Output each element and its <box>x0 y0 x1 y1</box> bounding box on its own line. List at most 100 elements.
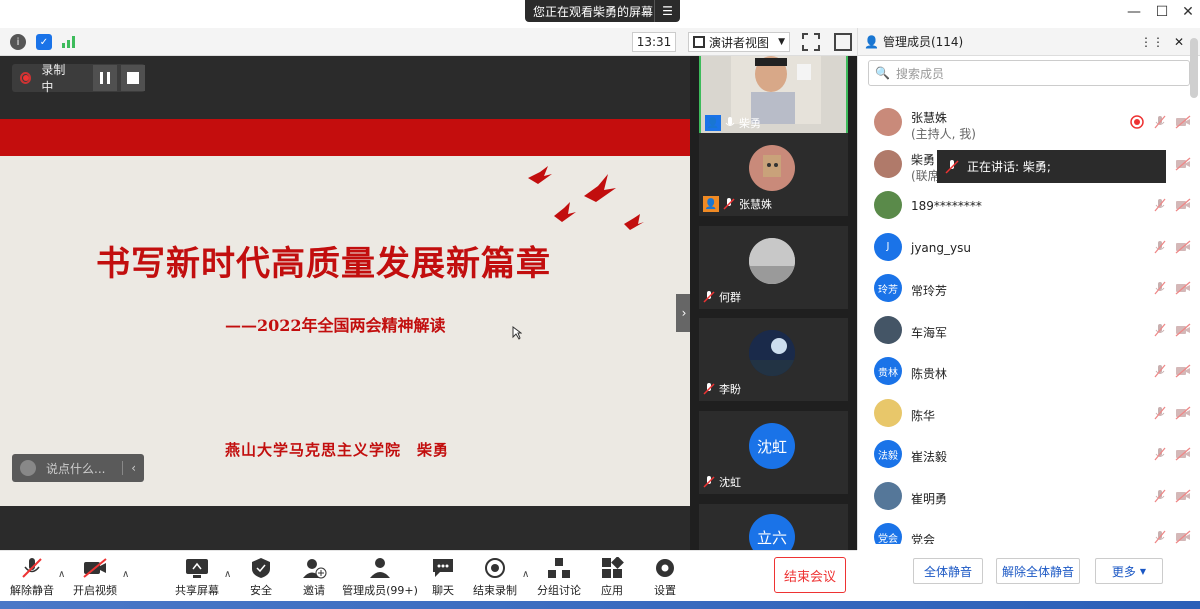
user-icon: 👤 <box>705 115 721 131</box>
meeting-info-bar: i ✓ 13:31 演讲者视图 ▼ <box>0 28 857 56</box>
member-row[interactable]: Jjyang_ysu <box>858 229 1191 270</box>
video-tile[interactable]: 沈虹 沈虹 <box>699 411 848 494</box>
camera-off-icon[interactable] <box>1175 406 1191 422</box>
avatar: 党会 <box>874 523 902 544</box>
avatar: J <box>874 232 902 261</box>
close-button[interactable]: ✕ <box>1178 4 1198 20</box>
camera-off-icon[interactable] <box>1175 157 1191 173</box>
mic-muted-icon[interactable] <box>1153 115 1169 131</box>
camera-off-icon[interactable] <box>1175 323 1191 339</box>
fullscreen-icon[interactable] <box>802 33 820 51</box>
mute-all-button[interactable]: 全体静音 <box>913 558 983 584</box>
share-screen-icon <box>186 559 208 578</box>
minimize-button[interactable]: — <box>1124 4 1144 20</box>
member-row[interactable]: 党会 党会 <box>858 519 1191 544</box>
search-icon: 🔍 <box>875 66 890 80</box>
video-tile-name: 沈虹 <box>703 474 741 490</box>
member-row[interactable]: 崔明勇 <box>858 478 1191 519</box>
camera-off-icon[interactable] <box>1175 530 1191 544</box>
avatar: 玲芳 <box>874 274 902 302</box>
video-tile[interactable]: 👤 柴勇 <box>699 56 848 137</box>
member-row[interactable]: 玲芳 常玲芳 <box>858 270 1191 311</box>
video-tile[interactable]: 立六 <box>699 504 848 550</box>
camera-off-icon[interactable] <box>1175 240 1191 256</box>
chevron-right-icon: › <box>681 306 687 320</box>
member-name: 张慧姝 <box>911 111 948 125</box>
member-row[interactable]: 张慧姝 (主持人, 我) <box>858 104 1191 145</box>
breakout-icon <box>548 558 570 578</box>
speaker-video <box>731 56 821 124</box>
member-row[interactable]: 车海军 <box>858 312 1191 353</box>
member-row[interactable]: 贵林 陈贵林 <box>858 353 1191 394</box>
share-screen-button[interactable]: 共享屏幕 <box>162 557 232 605</box>
unmute-all-button[interactable]: 解除全体静音 <box>996 558 1080 584</box>
maximize-button[interactable]: ☐ <box>1152 4 1172 20</box>
video-tile-name: 何群 <box>703 289 741 305</box>
camera-off-icon[interactable] <box>1175 281 1191 297</box>
mic-muted-icon[interactable] <box>1153 489 1169 505</box>
video-tile[interactable]: 李盼 <box>699 318 848 401</box>
camera-off-icon[interactable] <box>1175 115 1191 131</box>
chevron-left-icon[interactable]: ‹ <box>122 461 136 475</box>
mic-muted-icon <box>703 476 715 488</box>
mic-muted-icon[interactable] <box>1153 406 1169 422</box>
video-tile-name: 👤 张慧姝 <box>703 196 772 212</box>
info-icon[interactable]: i <box>10 34 26 50</box>
record-icon <box>20 72 32 84</box>
stop-recording-button[interactable] <box>120 65 145 91</box>
title-bar: 您正在观看柴勇的屏幕 ☰ — ☐ ✕ <box>0 0 1200 28</box>
more-button[interactable]: 更多 ▼ <box>1095 558 1163 584</box>
share-menu-icon[interactable]: ☰ <box>654 0 680 22</box>
chat-quick-input[interactable]: 说点什么... ‹ <box>12 454 144 482</box>
unmute-button[interactable]: 解除静音 <box>0 557 67 605</box>
chevron-down-icon: ▼ <box>1139 566 1147 576</box>
scrollbar[interactable] <box>1190 38 1198 98</box>
member-name: 党会 <box>911 533 936 544</box>
gear-icon <box>656 559 674 577</box>
mic-muted-icon[interactable] <box>1153 323 1169 339</box>
chevron-down-icon: ▼ <box>778 37 785 47</box>
member-row[interactable]: 陈华 <box>858 395 1191 436</box>
video-tile[interactable]: 何群 <box>699 226 848 309</box>
mic-muted-icon[interactable] <box>1153 198 1169 214</box>
recording-indicator: 录制中 <box>12 63 145 94</box>
member-row[interactable]: 189******** <box>858 187 1191 228</box>
mic-muted-icon[interactable] <box>1153 240 1169 256</box>
member-search-input[interactable]: 🔍 搜索成员 <box>868 60 1190 86</box>
member-name: 崔法毅 <box>911 450 948 464</box>
member-name: 柴勇 <box>911 152 936 167</box>
camera-off-icon[interactable] <box>1175 364 1191 380</box>
video-tile-name: 李盼 <box>703 381 741 397</box>
end-recording-button[interactable]: 结束录制 <box>460 557 530 605</box>
end-meeting-button[interactable]: 结束会议 <box>774 557 846 593</box>
avatar <box>874 481 902 510</box>
panel-title: 管理成员(114) <box>882 35 964 49</box>
member-name: 陈华 <box>911 408 936 423</box>
shield-icon[interactable]: ✓ <box>36 34 52 50</box>
mic-muted-icon[interactable] <box>1153 530 1169 544</box>
mic-muted-icon[interactable] <box>1153 447 1169 463</box>
sidebar-toggle-icon[interactable] <box>834 33 852 51</box>
view-mode-dropdown[interactable]: 演讲者视图 ▼ <box>688 32 790 52</box>
mic-muted-icon <box>703 291 715 303</box>
member-row[interactable]: 法毅 崔法毅 <box>858 436 1191 477</box>
camera-off-icon[interactable] <box>1175 489 1191 505</box>
screen-share-banner[interactable]: 您正在观看柴勇的屏幕 ☰ <box>525 0 680 22</box>
camera-off-icon[interactable] <box>1175 447 1191 463</box>
video-options-chevron-icon[interactable]: ∧ <box>122 569 129 580</box>
camera-off-icon[interactable] <box>1175 198 1191 214</box>
mic-muted-icon <box>22 558 42 578</box>
more-options-icon[interactable]: ⋮⋮ <box>1140 35 1164 49</box>
meeting-clock: 13:31 <box>632 32 676 52</box>
close-panel-icon[interactable]: ✕ <box>1174 35 1184 49</box>
emoji-icon[interactable] <box>20 460 36 476</box>
signal-icon[interactable] <box>62 36 76 48</box>
settings-button[interactable]: 设置 <box>630 557 700 605</box>
start-video-button[interactable]: 开启视频 <box>60 557 130 605</box>
invite-button[interactable]: 邀请 <box>279 557 349 605</box>
mic-muted-icon[interactable] <box>1153 364 1169 380</box>
pause-recording-button[interactable] <box>92 65 117 91</box>
avatar <box>874 398 902 427</box>
video-tile[interactable]: 👤 张慧姝 <box>699 133 848 216</box>
mic-muted-icon[interactable] <box>1153 281 1169 297</box>
